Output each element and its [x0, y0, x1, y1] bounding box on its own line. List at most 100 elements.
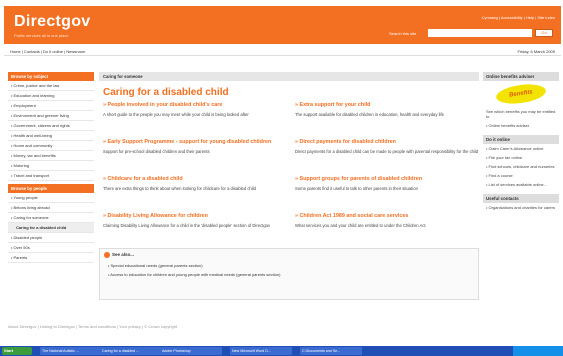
nav-item-subject[interactable]: • Money, tax and benefits: [8, 151, 94, 161]
topic-description: Direct payments for a disabled child can…: [295, 148, 479, 154]
do-it-online-link[interactable]: • Find a course: [483, 171, 559, 180]
system-tray: [513, 346, 563, 356]
main-content: Caring for someone Caring for a disabled…: [99, 72, 479, 252]
benefits-heading: Online benefits adviser: [483, 72, 559, 81]
topic-description: A short guide to the people you may meet…: [103, 111, 249, 117]
people-list: • Young people • Britons living abroad • C…: [8, 193, 94, 223]
do-it-online-link-label: Find schools, childcare and nurseries: [488, 164, 555, 169]
nav-item-people[interactable]: • Caring for someone: [8, 213, 94, 223]
nav-item-people[interactable]: • Over 50s: [8, 243, 94, 253]
nav-item-subject[interactable]: • Travel and transport: [8, 171, 94, 181]
nav-item-people-label: Disabled people: [13, 235, 43, 240]
topic-link[interactable]: » Early Support Programme - support for …: [103, 139, 289, 146]
directgov-logo[interactable]: Directgov: [14, 13, 91, 31]
nav-item-subject-label: Employment: [13, 103, 36, 108]
topic-link[interactable]: » Direct payments for disabled children: [295, 139, 481, 146]
do-it-online-link-label: Find a course: [488, 173, 513, 178]
nav-item-people[interactable]: • Young people: [8, 193, 94, 203]
right-sidebar: Online benefits adviser Benefits See whi…: [483, 72, 559, 217]
topic-link[interactable]: » Disability Living Allowance for childr…: [103, 213, 289, 220]
start-button[interactable]: Start: [2, 347, 32, 355]
nav-item-subject[interactable]: • Health and well-being: [8, 131, 94, 141]
taskbar-item[interactable]: New Microsoft Word D...: [230, 347, 292, 355]
nav-item-subject[interactable]: • Environment and greener living: [8, 111, 94, 121]
do-it-online-list: • Claim Carer's Allowance online • File y…: [483, 144, 559, 189]
taskbar-item[interactable]: Caring for a disabled ...: [100, 347, 162, 355]
topic-cell: » Children Act 1989 and social care serv…: [295, 213, 481, 228]
nav-item-people-label: Caring for someone: [13, 215, 49, 220]
left-navigation: Browse by subject • Crime, justice and t…: [8, 72, 94, 263]
topic-link[interactable]: » Childcare for a disabled child: [103, 176, 289, 183]
taskbar-item[interactable]: C:\Documents and Se...: [300, 347, 362, 355]
nav-item-subject-label: Environment and greener living: [13, 113, 69, 118]
see-also-link[interactable]: • Access to education for children and y…: [100, 270, 478, 279]
benefits-box: Online benefits adviser Benefits See whi…: [483, 72, 559, 130]
see-also-box: See also... • Special educational needs …: [99, 248, 479, 300]
taskbar-item[interactable]: Adobe Photoshop: [160, 347, 222, 355]
taskbar-item[interactable]: The National Autistic ...: [40, 347, 102, 355]
nav-item-people[interactable]: • Disabled people: [8, 233, 94, 243]
nav-item-subject[interactable]: • Motoring: [8, 161, 94, 171]
nav-item-subject[interactable]: • Employment: [8, 101, 94, 111]
utility-links[interactable]: Home | Contacts | Do it online | Newsroo…: [10, 49, 85, 54]
site-tagline: Public services all in one place: [14, 33, 69, 38]
nav-item-subject-label: Education and learning: [13, 93, 55, 98]
subject-list: • Crime, justice and the law • Education …: [8, 81, 94, 181]
nav-item-current[interactable]: Caring for a disabled child: [8, 223, 94, 233]
nav-item-subject[interactable]: • Crime, justice and the law: [8, 81, 94, 91]
search-input[interactable]: [428, 29, 532, 37]
nav-item-subject-label: Travel and transport: [13, 173, 50, 178]
browser-page: Directgov Public services all in one pla…: [0, 0, 563, 356]
useful-contact-link[interactable]: • Organisations and charities for carers: [483, 203, 559, 212]
topic-cell: » Support groups for parents of disabled…: [295, 176, 481, 191]
nav-item-people[interactable]: • Parents: [8, 253, 94, 263]
benefits-badge[interactable]: Benefits: [494, 81, 548, 107]
see-also-link[interactable]: • Special educational needs (general par…: [100, 261, 478, 270]
nav-item-subject[interactable]: • Government, citizens and rights: [8, 121, 94, 131]
do-it-online-link[interactable]: • Claim Carer's Allowance online: [483, 144, 559, 153]
topic-description: Claiming Disability Living Allowance for…: [103, 222, 271, 228]
nav-item-people-label: Parents: [13, 255, 28, 260]
see-also-label: See also...: [112, 252, 135, 258]
nav-item-people[interactable]: • Britons living abroad: [8, 203, 94, 213]
do-it-online-link[interactable]: • List of services available online...: [483, 180, 559, 189]
topic-description: Support for pre-school disabled children…: [103, 148, 210, 154]
do-it-online-link-label: List of services available online...: [488, 182, 547, 187]
useful-contacts-list: • Organisations and charities for carers: [483, 203, 559, 212]
topic-description: What services you and your child are ent…: [295, 222, 426, 228]
topic-description: There are extra things to think about wh…: [103, 185, 256, 191]
utility-bar: Home | Contacts | Do it online | Newsroo…: [4, 46, 561, 56]
nav-item-subject[interactable]: • Home and community: [8, 141, 94, 151]
top-links[interactable]: Cymraeg | Accessibility | Help | Site in…: [482, 15, 555, 20]
topic-link[interactable]: » People involved in your disabled child…: [103, 102, 289, 109]
useful-contacts-heading: Useful contacts: [483, 194, 559, 203]
see-also-link-label: Special educational needs (general paren…: [110, 263, 203, 268]
nav-item-people-label: Young people: [13, 195, 38, 200]
topic-description: Some parents find it useful to talk to o…: [295, 185, 418, 191]
topic-cell: » Extra support for your child The suppor…: [295, 102, 481, 117]
see-also-icon: [104, 252, 110, 258]
page-title: Caring for a disabled child: [103, 87, 229, 98]
windows-taskbar: Start The National Autistic ... Caring fo…: [0, 346, 563, 356]
search-label: Search this site: [389, 31, 417, 36]
benefits-link[interactable]: • Online benefits adviser: [483, 121, 559, 130]
search-go-button[interactable]: Go: [535, 29, 553, 37]
see-also-link-label: Access to education for children and you…: [110, 272, 281, 277]
topic-link[interactable]: » Extra support for your child: [295, 102, 481, 109]
do-it-online-link[interactable]: • File your tax online: [483, 153, 559, 162]
nav-item-subject-label: Crime, justice and the law: [13, 83, 60, 88]
see-also-list: • Special educational needs (general par…: [100, 261, 478, 279]
section-tab[interactable]: Caring for someone: [99, 72, 479, 81]
nav-item-subject-label: Home and community: [13, 143, 53, 148]
topic-link[interactable]: » Children Act 1989 and social care serv…: [295, 213, 481, 220]
benefits-text: See which benefits you may be entitled t…: [486, 109, 556, 119]
do-it-online-link[interactable]: • Find schools, childcare and nurseries: [483, 162, 559, 171]
nav-item-subject[interactable]: • Education and learning: [8, 91, 94, 101]
topic-link[interactable]: » Support groups for parents of disabled…: [295, 176, 481, 183]
topic-grid: » People involved in your disabled child…: [99, 102, 479, 252]
do-it-online-link-label: File your tax online: [488, 155, 523, 160]
footer-links[interactable]: About Directgov | Linking to Directgov |…: [8, 324, 177, 329]
nav-item-subject-label: Motoring: [13, 163, 30, 168]
topic-cell: » Childcare for a disabled child There ar…: [103, 176, 289, 191]
browse-people-heading: Browse by people: [8, 184, 94, 193]
